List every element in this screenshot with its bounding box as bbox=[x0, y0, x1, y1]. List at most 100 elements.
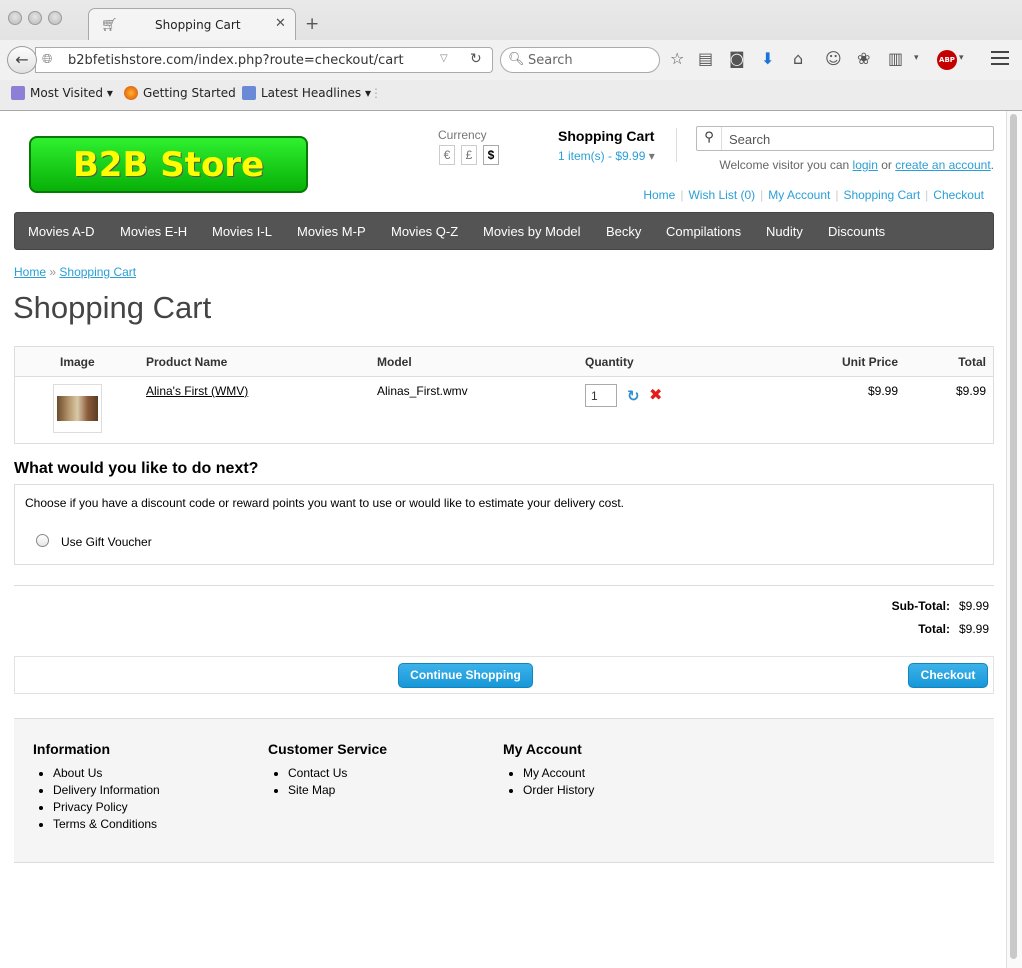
url-text[interactable]: b2bfetishstore.com/index.php?route=check… bbox=[68, 53, 404, 68]
tab-close-icon[interactable]: ✕ bbox=[275, 16, 286, 31]
cart-table-header: Image Product Name Model Quantity Unit P… bbox=[15, 347, 993, 377]
next-steps-title: What would you like to do next? bbox=[14, 460, 259, 477]
cart-summary-text: 1 item(s) - $9.99 bbox=[558, 149, 646, 163]
reload-icon[interactable]: ↻ bbox=[470, 51, 482, 67]
header-total: Total bbox=[958, 355, 986, 369]
top-link-my-account[interactable]: My Account bbox=[768, 188, 830, 202]
footer-link-site-map[interactable]: Site Map bbox=[288, 783, 387, 797]
adblock-icon[interactable]: ABP bbox=[937, 50, 957, 70]
window-zoom-button[interactable] bbox=[48, 11, 62, 25]
menu-item-movies-i-l[interactable]: Movies I-L bbox=[212, 224, 272, 239]
store-logo[interactable]: B2B Store bbox=[29, 136, 308, 193]
logo-text: B2B Store bbox=[72, 145, 265, 185]
menu-item-discounts[interactable]: Discounts bbox=[828, 224, 885, 239]
continue-shopping-button[interactable]: Continue Shopping bbox=[398, 663, 533, 688]
footer-information: Information About Us Delivery Informatio… bbox=[33, 741, 160, 834]
top-link-checkout[interactable]: Checkout bbox=[933, 188, 984, 202]
header-cart-summary[interactable]: 1 item(s) - $9.99 ▾ bbox=[558, 149, 655, 163]
update-quantity-icon[interactable]: ↻ bbox=[627, 387, 640, 405]
footer-my-account-title: My Account bbox=[503, 741, 582, 757]
window-close-button[interactable] bbox=[8, 11, 22, 25]
chat-icon[interactable]: ☺ bbox=[825, 49, 842, 68]
menu-item-movies-by-model[interactable]: Movies by Model bbox=[483, 224, 581, 239]
bookmark-latest-headlines[interactable]: Latest Headlines ▾ bbox=[242, 86, 371, 100]
extension-icon[interactable]: ❀ bbox=[857, 49, 870, 68]
currency-dollar-button[interactable]: $ bbox=[483, 145, 499, 165]
product-name-link[interactable]: Alina's First (WMV) bbox=[146, 384, 248, 398]
footer-link-about-us[interactable]: About Us bbox=[53, 766, 160, 780]
clipboard-dropdown-icon[interactable]: ▾ bbox=[914, 53, 919, 63]
menu-item-movies-q-z[interactable]: Movies Q-Z bbox=[391, 224, 458, 239]
page-title: Shopping Cart bbox=[13, 290, 212, 325]
url-dropdown-icon[interactable]: ▽ bbox=[440, 53, 448, 64]
bookmark-most-visited[interactable]: Most Visited ▾ bbox=[11, 86, 113, 100]
product-model: Alinas_First.wmv bbox=[377, 384, 468, 398]
welcome-message: Welcome visitor you can login or create … bbox=[719, 158, 994, 172]
footer-information-title: Information bbox=[33, 741, 110, 757]
downloads-icon[interactable]: ⬇ bbox=[761, 49, 774, 68]
subtotal-value: $9.99 bbox=[958, 599, 989, 613]
footer-link-delivery-information[interactable]: Delivery Information bbox=[53, 783, 160, 797]
remove-item-icon[interactable]: ✖ bbox=[649, 385, 662, 404]
currency-euro-button[interactable]: € bbox=[439, 145, 455, 165]
checkout-button[interactable]: Checkout bbox=[908, 663, 988, 688]
login-link[interactable]: login bbox=[853, 158, 878, 172]
footer: Information About Us Delivery Informatio… bbox=[14, 718, 994, 863]
header-cart-title[interactable]: Shopping Cart bbox=[558, 128, 654, 144]
pocket-icon[interactable]: ◙ bbox=[729, 49, 745, 68]
search-icon: ⚲ bbox=[704, 130, 714, 145]
currency-label: Currency bbox=[438, 128, 487, 142]
window-minimize-button[interactable] bbox=[28, 11, 42, 25]
page-scrollbar-thumb[interactable] bbox=[1010, 114, 1017, 959]
site-search-placeholder: Search bbox=[729, 132, 771, 147]
site-search-input[interactable]: ⚲ Search bbox=[696, 126, 994, 151]
totals-divider bbox=[14, 585, 994, 586]
bookmark-star-icon[interactable]: ☆ bbox=[670, 49, 684, 68]
browser-tab[interactable]: 🛒︎ Shopping Cart ✕ bbox=[88, 8, 296, 40]
gift-voucher-label[interactable]: Use Gift Voucher bbox=[61, 535, 152, 549]
quantity-input[interactable]: 1 bbox=[585, 384, 617, 407]
bookmarks-list-icon[interactable]: ▤ bbox=[698, 49, 713, 68]
menu-item-movies-e-h[interactable]: Movies E-H bbox=[120, 224, 187, 239]
breadcrumb-home[interactable]: Home bbox=[14, 265, 46, 279]
footer-link-privacy-policy[interactable]: Privacy Policy bbox=[53, 800, 160, 814]
top-link-home[interactable]: Home bbox=[643, 188, 675, 202]
top-link-wishlist[interactable]: Wish List (0) bbox=[688, 188, 755, 202]
footer-link-contact-us[interactable]: Contact Us bbox=[288, 766, 387, 780]
breadcrumb-separator: » bbox=[49, 265, 57, 279]
footer-link-terms-conditions[interactable]: Terms & Conditions bbox=[53, 817, 160, 831]
menu-item-movies-m-p[interactable]: Movies M-P bbox=[297, 224, 366, 239]
clipboard-icon[interactable]: ▥ bbox=[888, 49, 903, 68]
hamburger-menu-icon[interactable] bbox=[991, 51, 1009, 69]
footer-my-account: My Account My Account Order History bbox=[503, 741, 594, 800]
menu-item-becky[interactable]: Becky bbox=[606, 224, 641, 239]
search-button[interactable]: ⚲ bbox=[697, 127, 722, 150]
menu-item-compilations[interactable]: Compilations bbox=[666, 224, 741, 239]
footer-link-order-history[interactable]: Order History bbox=[523, 783, 594, 797]
top-link-shopping-cart[interactable]: Shopping Cart bbox=[843, 188, 920, 202]
footer-link-my-account[interactable]: My Account bbox=[523, 766, 594, 780]
gift-voucher-radio[interactable] bbox=[36, 534, 49, 547]
welcome-or-text: or bbox=[881, 158, 892, 172]
back-button[interactable]: ← bbox=[7, 46, 37, 74]
create-account-link[interactable]: create an account bbox=[895, 158, 990, 172]
product-total: $9.99 bbox=[955, 384, 986, 398]
new-tab-button[interactable]: + bbox=[305, 14, 319, 34]
header-image: Image bbox=[60, 355, 95, 369]
header-product-name: Product Name bbox=[146, 355, 228, 369]
browser-search-input[interactable]: 🔍︎ Search bbox=[500, 47, 660, 73]
home-icon[interactable]: ⌂ bbox=[793, 49, 803, 68]
breadcrumb-shopping-cart[interactable]: Shopping Cart bbox=[59, 265, 136, 279]
menu-item-movies-a-d[interactable]: Movies A-D bbox=[28, 224, 94, 239]
adblock-dropdown-icon[interactable]: ▾ bbox=[959, 53, 964, 63]
welcome-text: Welcome visitor you can bbox=[719, 158, 850, 172]
product-thumbnail[interactable] bbox=[53, 384, 102, 433]
menu-item-nudity[interactable]: Nudity bbox=[766, 224, 803, 239]
url-bar[interactable]: 🌐︎ b2bfetishstore.com/index.php?route=ch… bbox=[35, 47, 493, 73]
currency-pound-button[interactable]: £ bbox=[461, 145, 477, 165]
bookmark-getting-started[interactable]: Getting Started bbox=[124, 86, 236, 100]
header-quantity: Quantity bbox=[585, 355, 634, 369]
product-unit-price: $9.99 bbox=[867, 384, 898, 398]
bookmarks-toolbar: Most Visited ▾ Getting Started Latest He… bbox=[0, 80, 1022, 110]
tab-title: Shopping Cart bbox=[155, 18, 241, 32]
